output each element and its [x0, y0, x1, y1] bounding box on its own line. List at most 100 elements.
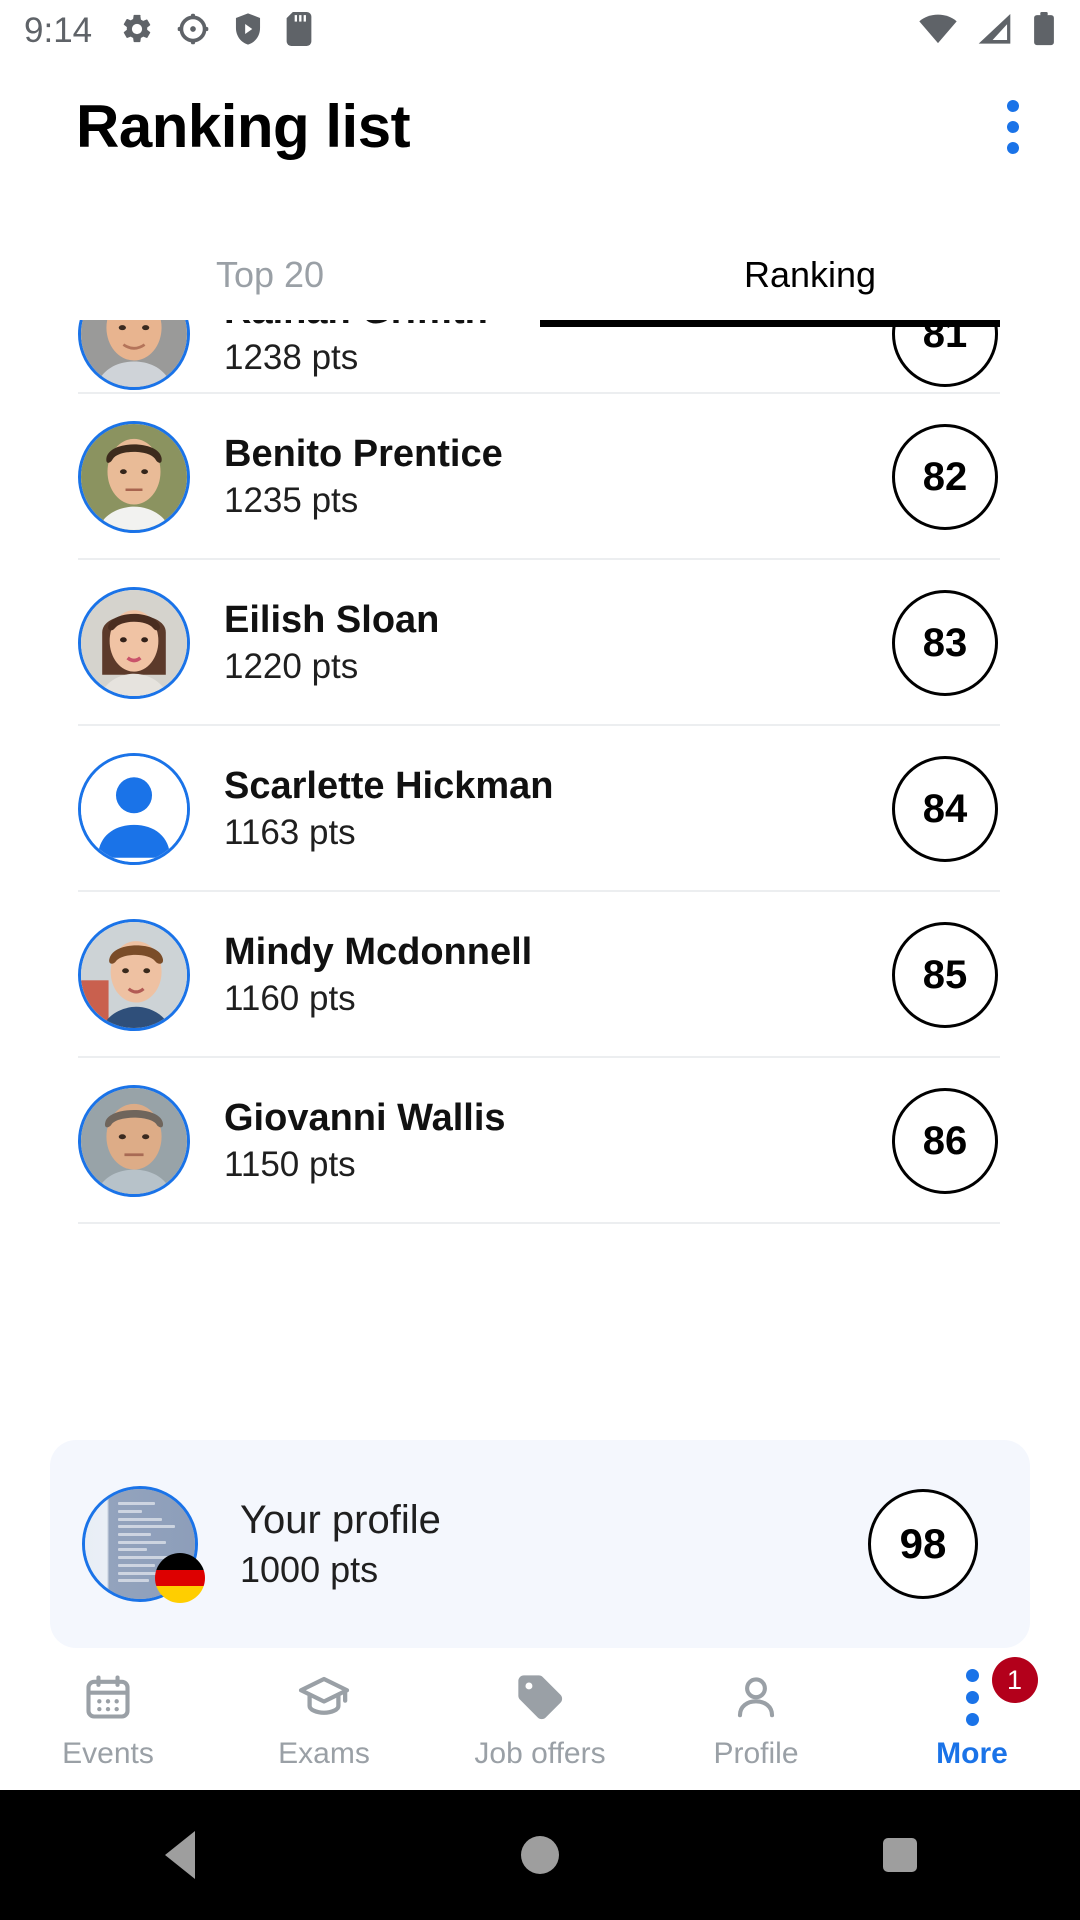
tab-bar: Top 20 Ranking — [0, 230, 1080, 320]
ranking-list[interactable]: Raihan Griffith 1238 pts 81 Benito Prent… — [0, 320, 1080, 1450]
tab-ranking[interactable]: Ranking — [540, 230, 1080, 320]
bottom-navigation: Events Exams Job offers Profile 1 More — [0, 1650, 1080, 1790]
rank-badge: 84 — [892, 756, 998, 862]
tab-active-indicator — [540, 320, 1000, 327]
nav-item-exams[interactable]: Exams — [216, 1669, 432, 1771]
battery-icon — [1032, 11, 1056, 51]
row-divider — [78, 1222, 1000, 1224]
android-system-navigation — [0, 1790, 1080, 1920]
kebab-dot — [1007, 100, 1019, 112]
person-points: 1150 pts — [224, 1144, 356, 1184]
kebab-dot — [1007, 142, 1019, 154]
person-name: Benito Prentice — [224, 432, 503, 475]
person-name: Eilish Sloan — [224, 598, 440, 641]
table-row[interactable]: Scarlette Hickman 1163 pts 84 — [0, 726, 1080, 892]
rank-number: 82 — [922, 454, 968, 499]
back-triangle-icon — [165, 1831, 195, 1879]
home-circle-icon — [521, 1836, 559, 1874]
avatar — [78, 421, 190, 533]
rank-number: 83 — [922, 620, 968, 665]
person-points: 1235 pts — [224, 480, 359, 520]
rank-badge: 83 — [892, 590, 998, 696]
avatar — [78, 320, 190, 390]
calendar-icon — [82, 1669, 134, 1725]
germany-flag-icon — [155, 1553, 205, 1603]
tag-icon — [514, 1669, 566, 1725]
rank-badge: 86 — [892, 1088, 998, 1194]
kebab-dot — [1007, 121, 1019, 133]
status-bar: 9:14 — [0, 0, 1080, 62]
wifi-icon — [918, 12, 958, 51]
person-name: Mindy Mcdonnell — [224, 930, 533, 973]
row-text: Giovanni Wallis 1150 pts — [224, 1096, 892, 1184]
rank-number: 86 — [922, 1118, 968, 1163]
table-row[interactable]: Benito Prentice 1235 pts 82 — [0, 394, 1080, 560]
rank-badge: 82 — [892, 424, 998, 530]
row-text: Benito Prentice 1235 pts — [224, 432, 892, 520]
avatar — [78, 753, 190, 865]
person-points: 1220 pts — [224, 646, 359, 686]
recents-button[interactable] — [800, 1790, 1000, 1920]
nav-item-profile[interactable]: Profile — [648, 1669, 864, 1771]
nav-label: Events — [62, 1737, 154, 1770]
sd-card-icon — [286, 11, 312, 51]
row-text: Mindy Mcdonnell 1160 pts — [224, 930, 892, 1018]
nav-label: Job offers — [474, 1737, 606, 1770]
row-text: Scarlette Hickman 1163 pts — [224, 766, 892, 852]
table-row[interactable]: Giovanni Wallis 1150 pts 86 — [0, 1058, 1080, 1224]
back-button[interactable] — [80, 1790, 280, 1920]
table-row[interactable]: Mindy Mcdonnell 1160 pts 85 — [0, 892, 1080, 1058]
kebab-dots — [965, 1668, 979, 1726]
cellular-signal-icon — [976, 12, 1014, 51]
nav-label: More — [936, 1737, 1008, 1770]
avatar — [78, 919, 190, 1031]
profile-name: Your profile — [240, 1498, 441, 1543]
avatar — [82, 1486, 205, 1603]
kebab-dot — [965, 1712, 979, 1726]
gear-icon — [120, 12, 154, 51]
photo-male-3 — [81, 1088, 187, 1194]
table-row[interactable]: Raihan Griffith 1238 pts 81 — [0, 320, 1080, 394]
nav-label: Profile — [713, 1737, 799, 1770]
person-icon — [730, 1669, 782, 1725]
avatar — [78, 587, 190, 699]
nav-label: Exams — [278, 1737, 370, 1770]
photo-female-1 — [81, 590, 187, 696]
nav-item-events[interactable]: Events — [0, 1669, 216, 1771]
kebab-dot — [965, 1690, 979, 1704]
overflow-menu-button[interactable] — [982, 96, 1044, 158]
rank-badge: 85 — [892, 922, 998, 1028]
tab-top-20[interactable]: Top 20 — [0, 230, 540, 320]
person-points: 1160 pts — [224, 978, 356, 1018]
status-bar-system-icons — [918, 11, 1056, 51]
photo-male-2 — [81, 424, 187, 530]
profile-rank-number: 98 — [899, 1520, 947, 1567]
profile-text: Your profile 1000 pts — [240, 1499, 868, 1589]
avatar — [78, 1085, 190, 1197]
page-title: Ranking list — [76, 93, 411, 160]
photo-male-1 — [81, 320, 187, 387]
profile-rank-badge: 98 — [868, 1489, 978, 1599]
shield-play-icon — [232, 12, 264, 51]
app-header: Ranking list — [0, 62, 1080, 192]
table-row[interactable]: Eilish Sloan 1220 pts 83 — [0, 560, 1080, 726]
person-points: 1163 pts — [224, 812, 356, 852]
person-name: Giovanni Wallis — [224, 1096, 506, 1139]
kebab-menu-icon: 1 — [965, 1657, 1038, 1726]
status-bar-notification-icons — [120, 11, 312, 51]
nav-item-more[interactable]: 1 More — [864, 1657, 1080, 1771]
status-bar-time: 9:14 — [24, 11, 93, 50]
rank-number: 84 — [922, 786, 968, 831]
rank-number: 85 — [922, 952, 968, 997]
home-button[interactable] — [440, 1790, 640, 1920]
alarm-target-icon — [176, 12, 210, 51]
nav-item-job-offers[interactable]: Job offers — [432, 1669, 648, 1771]
row-text: Eilish Sloan 1220 pts — [224, 598, 892, 686]
row-text: Raihan Griffith 1238 pts — [224, 320, 892, 376]
photo-female-2 — [81, 922, 187, 1028]
your-profile-card[interactable]: Your profile 1000 pts 98 — [50, 1440, 1030, 1648]
graduation-cap-icon — [297, 1669, 351, 1725]
notification-badge: 1 — [991, 1657, 1038, 1703]
person-points: 1238 pts — [224, 337, 359, 377]
rank-badge: 81 — [892, 320, 998, 387]
